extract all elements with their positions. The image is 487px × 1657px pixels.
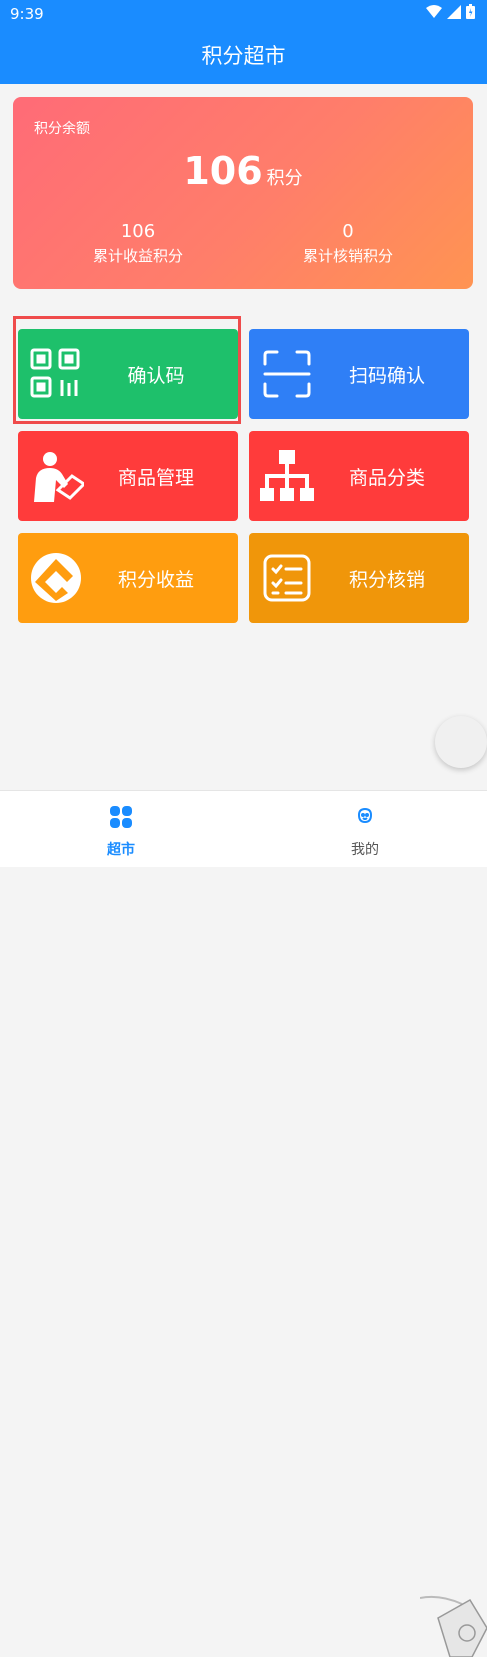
points-redeem-button[interactable]: 积分核销 (249, 533, 469, 623)
status-time: 9:39 (10, 5, 44, 23)
earned-label: 累计收益积分 (92, 247, 183, 265)
tile-label: 积分收益 (117, 568, 194, 591)
tile-label: 确认码 (127, 364, 185, 387)
redeemed-value: 0 (342, 221, 354, 242)
battery-icon (466, 4, 475, 19)
balance-card: 积分余额 106 积分 106 累计收益积分 0 累计核销积分 (13, 97, 473, 289)
nav-label: 超市 (107, 842, 135, 858)
balance-value: 106 积分 (13, 149, 473, 193)
balance-unit: 积分 (266, 168, 303, 189)
tile-label: 商品分类 (348, 466, 425, 489)
product-management-button[interactable]: 商品管理 (18, 431, 238, 521)
app-header: 9:39 积分超市 (0, 0, 487, 84)
balance-number: 106 (183, 149, 263, 193)
signal-icon (447, 4, 461, 19)
confirm-code-button[interactable]: 确认码 (18, 329, 238, 419)
coin-logo-icon (31, 553, 81, 603)
face-icon (357, 807, 373, 824)
person-reading-icon (34, 452, 84, 502)
tile-label: 积分核销 (348, 568, 425, 591)
qr-code-icon (30, 348, 80, 398)
nav-item-market[interactable]: 超市 (71, 805, 171, 859)
scan-icon (263, 350, 311, 398)
nav-item-mine[interactable]: 我的 (315, 805, 415, 859)
wifi-icon (426, 4, 442, 18)
status-icons (426, 4, 475, 19)
earned-stat: 106 累计收益积分 (28, 221, 248, 266)
redeemed-label: 累计核销积分 (302, 247, 393, 265)
floating-action-button[interactable] (435, 716, 487, 768)
earned-value: 106 (120, 221, 156, 242)
scan-confirm-button[interactable]: 扫码确认 (249, 329, 469, 419)
checklist-icon (263, 554, 311, 602)
redeemed-stat: 0 累计核销积分 (238, 221, 458, 266)
points-income-button[interactable]: 积分收益 (18, 533, 238, 623)
product-category-button[interactable]: 商品分类 (249, 431, 469, 521)
balance-label: 积分余额 (34, 121, 90, 137)
hierarchy-icon (260, 450, 314, 501)
page-title: 积分超市 (201, 44, 286, 68)
bottom-nav: 超市 我的 (0, 790, 487, 1657)
grid-icon (110, 806, 132, 828)
tile-label: 扫码确认 (348, 364, 425, 387)
nav-label: 我的 (351, 842, 379, 858)
pointer-hand-icon (420, 1595, 487, 1657)
tile-label: 商品管理 (117, 466, 194, 489)
